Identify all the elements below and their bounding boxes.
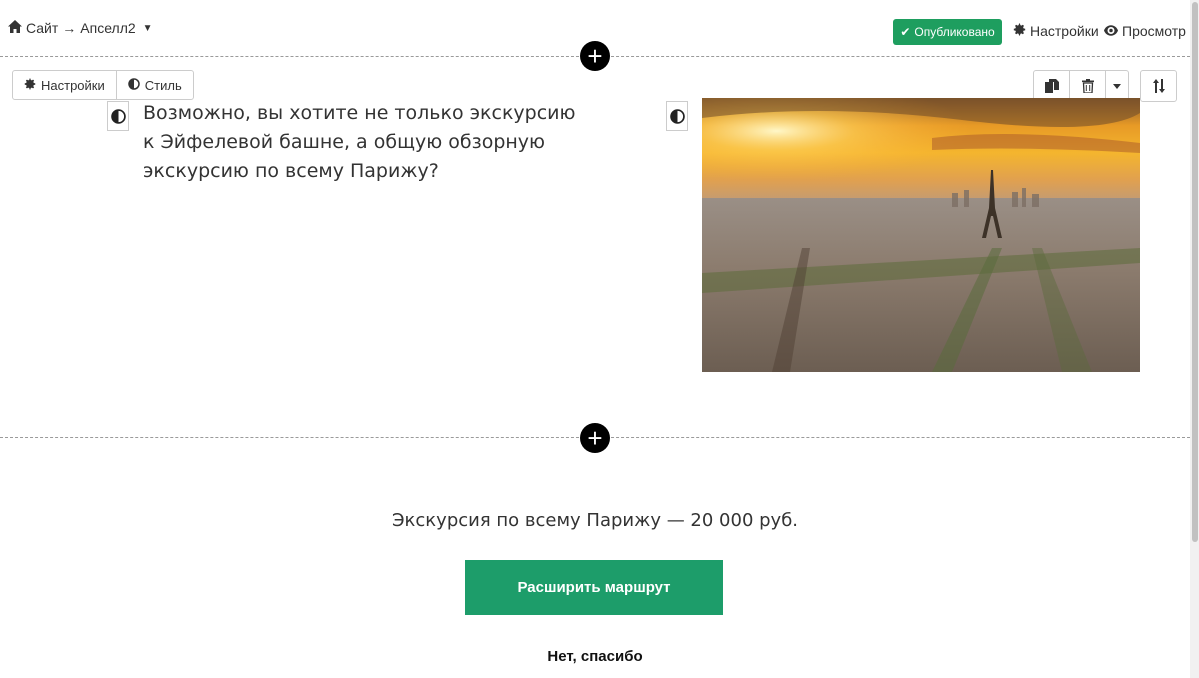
block-toolbar: Настройки Стиль: [12, 70, 194, 100]
decline-link[interactable]: Нет, спасибо: [0, 648, 1190, 665]
home-icon[interactable]: [8, 20, 22, 36]
chevron-down-icon[interactable]: ▼: [143, 23, 153, 34]
expand-route-button[interactable]: Расширить маршрут: [465, 560, 723, 615]
scrollbar-thumb[interactable]: [1192, 2, 1198, 542]
paris-photo[interactable]: [702, 98, 1140, 372]
settings-link[interactable]: Настройки: [1013, 23, 1099, 39]
published-button[interactable]: ✔ Опубликовано: [893, 19, 1002, 45]
trash-icon[interactable]: [1069, 71, 1105, 101]
block-style-button[interactable]: Стиль: [115, 71, 193, 99]
offer-price-text[interactable]: Экскурсия по всему Парижу — 20 000 руб.: [0, 510, 1190, 531]
eye-icon: [1104, 23, 1118, 39]
gear-icon: [1013, 23, 1026, 39]
preview-label: Просмотр: [1122, 23, 1186, 39]
chevron-down-icon[interactable]: [1105, 71, 1128, 101]
settings-label: Настройки: [1030, 23, 1099, 39]
add-block-icon[interactable]: +: [580, 41, 610, 71]
add-block-icon[interactable]: +: [580, 423, 610, 453]
copy-icon[interactable]: [1034, 71, 1069, 101]
block-text[interactable]: Возможно, вы хотите не только экскурсию …: [143, 99, 593, 186]
block-settings-label: Настройки: [41, 77, 105, 93]
image-contrast-icon[interactable]: [666, 101, 688, 131]
contrast-icon: [128, 77, 140, 93]
preview-link[interactable]: Просмотр: [1104, 23, 1186, 39]
block-style-label: Стиль: [144, 77, 182, 93]
breadcrumb-page[interactable]: Апселл2: [80, 20, 135, 36]
gear-icon: [24, 77, 36, 93]
text-contrast-icon[interactable]: [107, 101, 129, 131]
breadcrumb-site[interactable]: Сайт: [26, 20, 58, 36]
block-settings-button[interactable]: Настройки: [13, 71, 116, 99]
breadcrumb-arrow: →: [62, 20, 77, 36]
breadcrumb[interactable]: Сайт → Апселл2 ▼: [8, 20, 153, 36]
check-icon: ✔: [900, 25, 911, 39]
published-label: Опубликовано: [914, 25, 995, 39]
sort-icon[interactable]: [1140, 70, 1177, 102]
